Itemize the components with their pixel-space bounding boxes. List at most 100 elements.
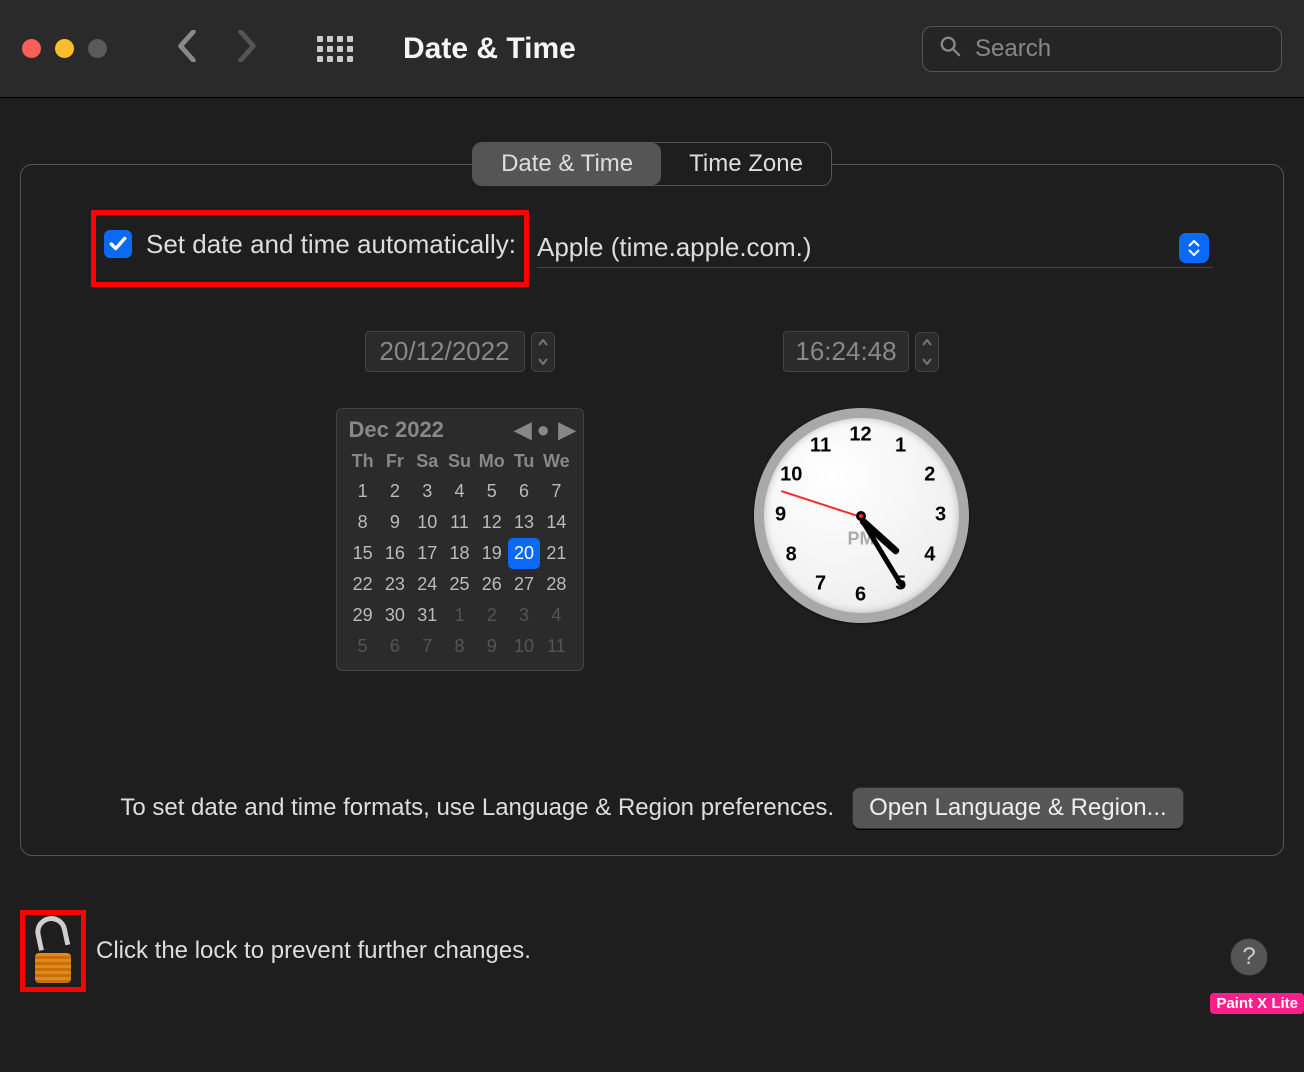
- help-button[interactable]: ?: [1230, 938, 1268, 976]
- calendar-day[interactable]: 20: [508, 538, 540, 569]
- calendar-day[interactable]: 5: [347, 631, 379, 662]
- back-button[interactable]: [177, 30, 197, 67]
- calendar-day[interactable]: 21: [540, 538, 572, 569]
- calendar-nav: ◀ ● ▶: [515, 417, 571, 443]
- watermark: Paint X Lite: [1210, 993, 1304, 1014]
- clock-number: 9: [775, 504, 786, 527]
- titlebar: Date & Time: [0, 0, 1304, 98]
- calendar-dow: Sa: [411, 447, 443, 476]
- auto-time-checkbox[interactable]: [104, 230, 132, 258]
- traffic-lights: [22, 39, 107, 58]
- time-stepper[interactable]: [915, 332, 939, 372]
- time-step-down[interactable]: [916, 352, 938, 371]
- panel-footer: To set date and time formats, use Langua…: [21, 787, 1283, 829]
- analog-clock: PM 123456789101112: [754, 408, 969, 623]
- auto-time-row: Set date and time automatically: Apple (…: [91, 225, 1213, 271]
- calendar-day[interactable]: 24: [411, 569, 443, 600]
- calendar-dow: Fr: [379, 447, 411, 476]
- time-input[interactable]: 16:24:48: [783, 331, 909, 372]
- clock-number: 10: [780, 464, 802, 487]
- calendar-day[interactable]: 31: [411, 600, 443, 631]
- calendar-dow: Th: [347, 447, 379, 476]
- calendar-day[interactable]: 6: [379, 631, 411, 662]
- calendar-day[interactable]: 1: [443, 600, 475, 631]
- format-hint: To set date and time formats, use Langua…: [120, 794, 834, 822]
- calendar-today-icon[interactable]: ●: [537, 417, 549, 443]
- calendar-day[interactable]: 23: [379, 569, 411, 600]
- calendar-prev-icon[interactable]: ◀: [515, 417, 527, 443]
- calendar-day[interactable]: 10: [508, 631, 540, 662]
- calendar-day[interactable]: 26: [476, 569, 508, 600]
- date-step-up[interactable]: [532, 333, 554, 352]
- calendar-day[interactable]: 9: [379, 507, 411, 538]
- calendar-day[interactable]: 22: [347, 569, 379, 600]
- calendar-day[interactable]: 2: [476, 600, 508, 631]
- clock-number: 5: [895, 573, 906, 596]
- clock-number: 8: [786, 544, 797, 567]
- calendar-day[interactable]: 14: [540, 507, 572, 538]
- calendar-day[interactable]: 6: [508, 476, 540, 507]
- time-server-dropdown-button[interactable]: [1179, 233, 1209, 263]
- date-column: 20/12/2022 Dec 2022 ◀ ● ▶ ThFrSaSuMoTuWe…: [336, 331, 584, 671]
- close-window-button[interactable]: [22, 39, 41, 58]
- calendar-day[interactable]: 25: [443, 569, 475, 600]
- calendar-day[interactable]: 2: [379, 476, 411, 507]
- calendar-day[interactable]: 12: [476, 507, 508, 538]
- calendar-day[interactable]: 16: [379, 538, 411, 569]
- calendar-next-icon[interactable]: ▶: [559, 417, 571, 443]
- calendar-day[interactable]: 19: [476, 538, 508, 569]
- forward-button[interactable]: [237, 30, 257, 67]
- auto-time-label: Set date and time automatically:: [146, 229, 516, 260]
- calendar-day[interactable]: 8: [347, 507, 379, 538]
- time-server-field[interactable]: Apple (time.apple.com.): [537, 228, 1213, 268]
- calendar-day[interactable]: 15: [347, 538, 379, 569]
- open-language-region-button[interactable]: Open Language & Region...: [852, 787, 1184, 829]
- calendar-day[interactable]: 4: [540, 600, 572, 631]
- calendar-day[interactable]: 28: [540, 569, 572, 600]
- minimize-window-button[interactable]: [55, 39, 74, 58]
- tab-time-zone[interactable]: Time Zone: [661, 143, 831, 185]
- calendar-day[interactable]: 4: [443, 476, 475, 507]
- calendar-day[interactable]: 5: [476, 476, 508, 507]
- nav-arrows: [177, 30, 257, 67]
- calendar-dow: Mo: [476, 447, 508, 476]
- maximize-window-button[interactable]: [88, 39, 107, 58]
- calendar-day[interactable]: 3: [411, 476, 443, 507]
- calendar[interactable]: Dec 2022 ◀ ● ▶ ThFrSaSuMoTuWe12345678910…: [336, 408, 584, 671]
- calendar-day[interactable]: 13: [508, 507, 540, 538]
- calendar-day[interactable]: 1: [347, 476, 379, 507]
- time-column: 16:24:48 PM 123456789101112: [754, 331, 969, 671]
- calendar-day[interactable]: 9: [476, 631, 508, 662]
- date-stepper[interactable]: [531, 332, 555, 372]
- date-input[interactable]: 20/12/2022: [365, 331, 525, 372]
- show-all-prefs-icon[interactable]: [317, 36, 353, 62]
- calendar-month-label: Dec 2022: [349, 417, 444, 443]
- window-title: Date & Time: [403, 32, 576, 66]
- calendar-day[interactable]: 17: [411, 538, 443, 569]
- date-step-down[interactable]: [532, 352, 554, 371]
- date-field[interactable]: 20/12/2022: [365, 331, 555, 372]
- tab-bar: Date & Time Time Zone: [472, 142, 832, 186]
- calendar-day[interactable]: 27: [508, 569, 540, 600]
- calendar-day[interactable]: 11: [540, 631, 572, 662]
- calendar-day[interactable]: 7: [411, 631, 443, 662]
- calendar-day[interactable]: 3: [508, 600, 540, 631]
- calendar-day[interactable]: 30: [379, 600, 411, 631]
- calendar-day[interactable]: 11: [443, 507, 475, 538]
- calendar-day[interactable]: 10: [411, 507, 443, 538]
- annotation-highlight: Set date and time automatically:: [91, 210, 529, 287]
- search-input[interactable]: [975, 35, 1265, 63]
- search-box[interactable]: [922, 26, 1282, 72]
- calendar-day[interactable]: 18: [443, 538, 475, 569]
- clock-number: 7: [815, 573, 826, 596]
- time-field[interactable]: 16:24:48: [783, 331, 939, 372]
- clock-number: 4: [924, 544, 935, 567]
- time-step-up[interactable]: [916, 333, 938, 352]
- clock-number: 1: [895, 434, 906, 457]
- lock-icon[interactable]: [29, 919, 77, 983]
- calendar-dow: We: [540, 447, 572, 476]
- tab-date-time[interactable]: Date & Time: [473, 143, 661, 185]
- calendar-day[interactable]: 8: [443, 631, 475, 662]
- calendar-day[interactable]: 7: [540, 476, 572, 507]
- calendar-day[interactable]: 29: [347, 600, 379, 631]
